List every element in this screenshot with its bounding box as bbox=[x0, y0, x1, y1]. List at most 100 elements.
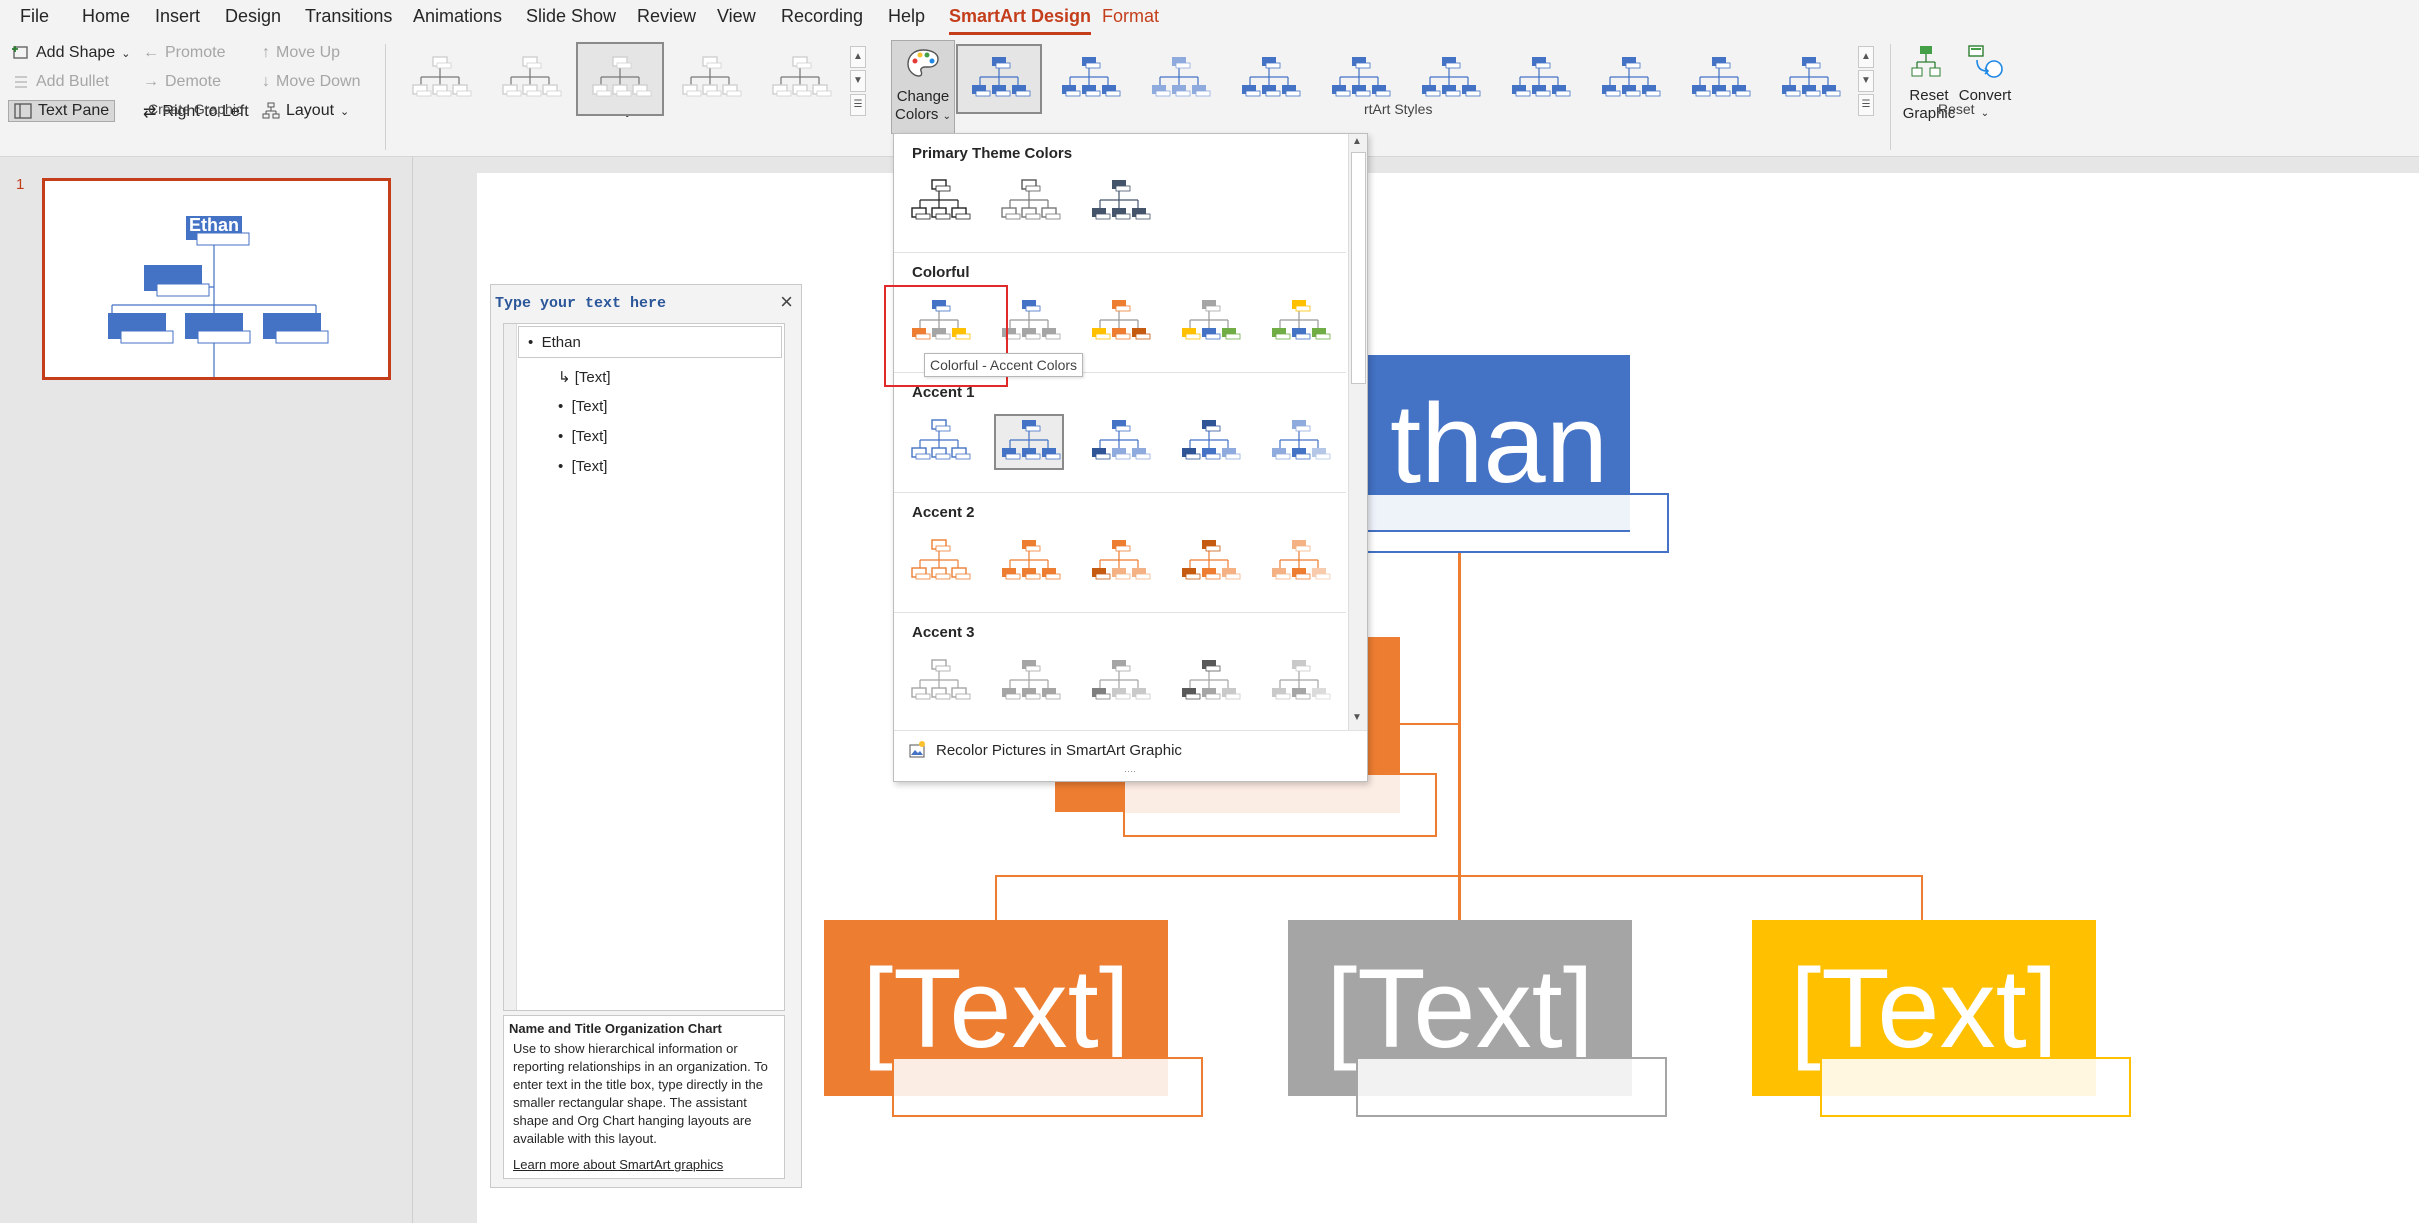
tab-slide-show[interactable]: Slide Show bbox=[526, 6, 616, 27]
dropdown-scrollbar[interactable]: ▲ ▼ bbox=[1348, 134, 1367, 730]
chevron-down-icon: ⌄ bbox=[340, 105, 350, 118]
move-up-button[interactable]: ↑ Move Up bbox=[262, 44, 340, 62]
smartart-style-option[interactable] bbox=[1588, 46, 1670, 112]
scroll-down-icon[interactable]: ▼ bbox=[1352, 712, 1362, 723]
color-option[interactable] bbox=[1086, 536, 1152, 588]
tab-insert[interactable]: Insert bbox=[155, 6, 200, 27]
child-title-box-3[interactable] bbox=[1820, 1057, 2131, 1117]
change-colors-label-2-text: Colors bbox=[895, 106, 939, 123]
text-pane-icon bbox=[14, 103, 32, 119]
smartart-style-option[interactable] bbox=[1228, 46, 1310, 112]
text-pane-item-4[interactable]: • [Text] bbox=[558, 428, 607, 445]
text-pane-list: • Ethan ↳ [Text] • [Text] • [Text] • [Te… bbox=[503, 323, 785, 1011]
smartart-style-option[interactable] bbox=[1768, 46, 1850, 112]
text-pane-title: Type your text here bbox=[495, 295, 667, 312]
color-option[interactable] bbox=[906, 656, 972, 708]
promote-button[interactable]: ← Promote bbox=[143, 44, 225, 62]
chevron-down-icon[interactable]: ⌄ bbox=[121, 47, 130, 60]
text-pane-item-text: [Text] bbox=[574, 369, 611, 386]
text-pane-item-5[interactable]: • [Text] bbox=[558, 458, 607, 475]
tab-recording[interactable]: Recording bbox=[781, 6, 863, 27]
color-option[interactable] bbox=[1086, 176, 1152, 228]
text-pane-item-3[interactable]: • [Text] bbox=[558, 398, 607, 415]
learn-more-link[interactable]: Learn more about SmartArt graphics bbox=[513, 1156, 723, 1174]
layout-button[interactable]: Layout ⌄ bbox=[262, 102, 349, 120]
styles-scroll-up[interactable]: ▲ bbox=[1858, 46, 1874, 68]
close-icon[interactable]: × bbox=[780, 289, 793, 315]
change-colors-button[interactable]: Change Colors ⌄ bbox=[891, 40, 955, 134]
layout-option[interactable] bbox=[488, 44, 572, 114]
color-option[interactable] bbox=[996, 656, 1062, 708]
color-option[interactable] bbox=[994, 414, 1064, 470]
arrow-left-icon: ← bbox=[143, 44, 159, 61]
gallery-scroll-down[interactable]: ▼ bbox=[850, 70, 866, 92]
smartart-style-option[interactable] bbox=[1678, 46, 1760, 112]
smartart-style-option[interactable] bbox=[1318, 46, 1400, 112]
color-option[interactable] bbox=[1176, 296, 1242, 348]
color-option[interactable] bbox=[1176, 416, 1242, 468]
tab-smartart-design[interactable]: SmartArt Design bbox=[949, 6, 1092, 35]
demote-button[interactable]: → Demote bbox=[143, 73, 221, 91]
assistant-title-box[interactable] bbox=[1123, 773, 1437, 837]
color-option[interactable] bbox=[1176, 536, 1242, 588]
text-pane: Type your text here × • Ethan ↳ [Text] •… bbox=[490, 284, 802, 1188]
recolor-pictures-item[interactable]: Recolor Pictures in SmartArt Graphic bbox=[908, 740, 1182, 760]
text-pane-item-1[interactable]: • Ethan bbox=[528, 334, 581, 351]
color-option[interactable] bbox=[1086, 656, 1152, 708]
color-option[interactable] bbox=[1176, 656, 1242, 708]
tab-format[interactable]: Format bbox=[1102, 6, 1159, 27]
tab-help[interactable]: Help bbox=[888, 6, 925, 27]
tab-animations[interactable]: Animations bbox=[413, 6, 502, 27]
layout-option[interactable] bbox=[398, 44, 482, 114]
color-option[interactable] bbox=[906, 536, 972, 588]
color-option[interactable] bbox=[1086, 296, 1152, 348]
color-option[interactable] bbox=[1266, 656, 1332, 708]
layout-option[interactable] bbox=[668, 44, 752, 114]
child-title-box-1[interactable] bbox=[892, 1057, 1203, 1117]
dropdown-separator bbox=[894, 730, 1367, 731]
smartart-style-option[interactable] bbox=[1138, 46, 1220, 112]
color-option[interactable] bbox=[1086, 416, 1152, 468]
color-option[interactable] bbox=[1266, 416, 1332, 468]
layout-option[interactable] bbox=[576, 42, 664, 116]
color-option[interactable] bbox=[906, 416, 972, 468]
gallery-scroll-up[interactable]: ▲ bbox=[850, 46, 866, 68]
color-option[interactable] bbox=[996, 536, 1062, 588]
color-option[interactable] bbox=[906, 176, 972, 228]
color-option-preview bbox=[1092, 420, 1151, 460]
tab-home[interactable]: Home bbox=[82, 6, 130, 27]
tab-view[interactable]: View bbox=[717, 6, 756, 27]
color-option-preview bbox=[1182, 420, 1241, 460]
color-option[interactable] bbox=[996, 176, 1062, 228]
resize-grip-icon[interactable]: ···· bbox=[1124, 766, 1136, 776]
arrow-right-icon: → bbox=[143, 73, 159, 90]
smartart-style-option[interactable] bbox=[1408, 46, 1490, 112]
tab-transitions[interactable]: Transitions bbox=[305, 6, 392, 27]
add-shape-button[interactable]: Add Shape ⌄ bbox=[12, 44, 130, 62]
slide-thumbnail[interactable]: Ethan bbox=[42, 178, 391, 385]
tab-review[interactable]: Review bbox=[637, 6, 696, 27]
color-option[interactable] bbox=[1266, 536, 1332, 588]
tab-file[interactable]: File bbox=[20, 6, 49, 27]
tab-design[interactable]: Design bbox=[225, 6, 281, 27]
layout-option[interactable] bbox=[758, 44, 842, 114]
child-title-box-2[interactable] bbox=[1356, 1057, 1667, 1117]
smartart-style-preview bbox=[1242, 57, 1301, 97]
smartart-style-option[interactable] bbox=[956, 44, 1042, 114]
gallery-more[interactable]: ☰ bbox=[850, 94, 866, 116]
styles-more[interactable]: ☰ bbox=[1858, 94, 1874, 116]
color-option-preview bbox=[911, 659, 971, 700]
section-colorful: Colorful bbox=[912, 264, 970, 281]
styles-scroll-down[interactable]: ▼ bbox=[1858, 70, 1874, 92]
move-down-button[interactable]: ↓ Move Down bbox=[262, 73, 360, 91]
smartart-style-preview bbox=[1332, 57, 1391, 97]
color-option[interactable] bbox=[1266, 296, 1332, 348]
smartart-style-option[interactable] bbox=[1048, 46, 1130, 112]
scroll-up-icon[interactable]: ▲ bbox=[1352, 136, 1362, 147]
dropdown-scroll-thumb[interactable] bbox=[1351, 152, 1366, 384]
child-text-3: [Text] bbox=[1790, 945, 2058, 1071]
add-bullet-button[interactable]: Add Bullet bbox=[12, 73, 109, 91]
smartart-style-option[interactable] bbox=[1498, 46, 1580, 112]
text-pane-item-2[interactable]: ↳ [Text] bbox=[558, 368, 611, 386]
text-pane-button[interactable]: Text Pane bbox=[8, 100, 116, 122]
